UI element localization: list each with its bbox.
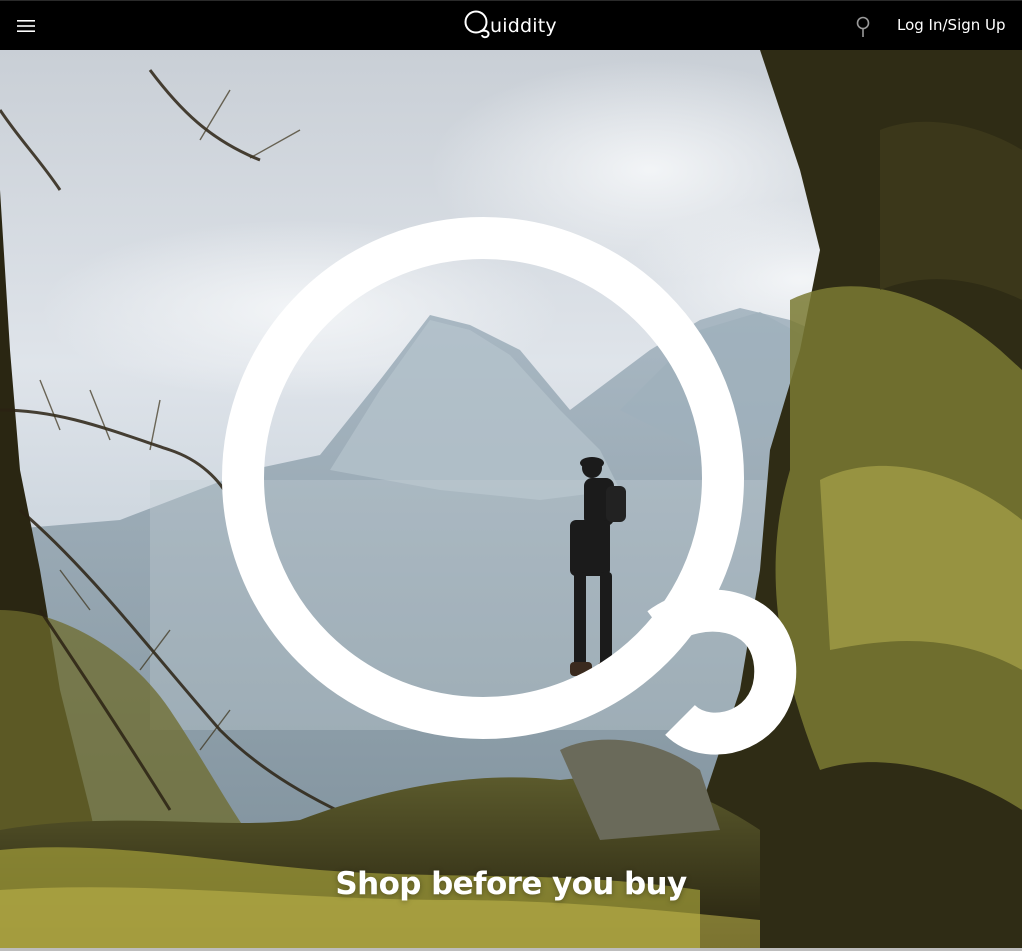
hero-section: Shop before you buy [0, 50, 1022, 948]
top-nav-bar: uiddity Log In/Sign Up [0, 0, 1022, 50]
logo-text: uiddity [490, 15, 557, 37]
hero-tagline: Shop before you buy [335, 866, 687, 902]
quiddity-logo[interactable]: uiddity [463, 10, 563, 42]
landing-page: uiddity Log In/Sign Up Shop before you b… [0, 0, 1022, 951]
hamburger-menu-icon[interactable] [14, 14, 38, 38]
quiddity-q-logo-icon [463, 9, 491, 43]
hero-background-photo [0, 50, 1022, 948]
login-signup-link[interactable]: Log In/Sign Up [897, 16, 1006, 34]
location-pin-icon[interactable] [853, 14, 873, 40]
